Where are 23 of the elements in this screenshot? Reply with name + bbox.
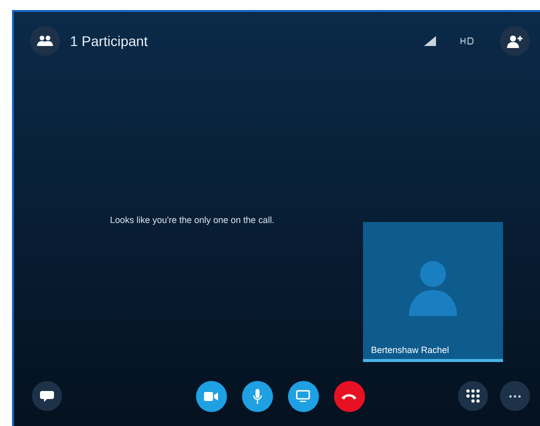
chat-button[interactable] xyxy=(32,381,62,411)
microphone-icon xyxy=(252,388,262,404)
mute-button[interactable] xyxy=(242,380,272,412)
add-person-icon xyxy=(507,34,523,48)
hang-up-icon xyxy=(341,392,357,400)
participants-button[interactable] xyxy=(30,26,60,56)
hang-up-button[interactable] xyxy=(334,380,364,412)
dialpad-button[interactable] xyxy=(458,381,488,411)
video-button[interactable] xyxy=(196,380,226,412)
add-participant-button[interactable] xyxy=(500,26,530,56)
share-screen-button[interactable] xyxy=(288,380,318,412)
participant-count: 1 Participant xyxy=(70,33,149,49)
more-icon xyxy=(509,394,521,398)
screen-share-icon xyxy=(296,390,310,402)
video-camera-icon xyxy=(204,392,218,400)
participant-name: Bertenshaw Rachel xyxy=(363,345,503,362)
status-message: Looks like you're the only one on the call. xyxy=(110,214,276,227)
quality-icon xyxy=(460,37,474,45)
signal-icon xyxy=(424,36,436,46)
avatar-icon xyxy=(409,260,457,316)
dialpad-icon xyxy=(466,389,480,403)
participants-icon xyxy=(37,35,53,47)
chat-icon xyxy=(40,390,54,402)
